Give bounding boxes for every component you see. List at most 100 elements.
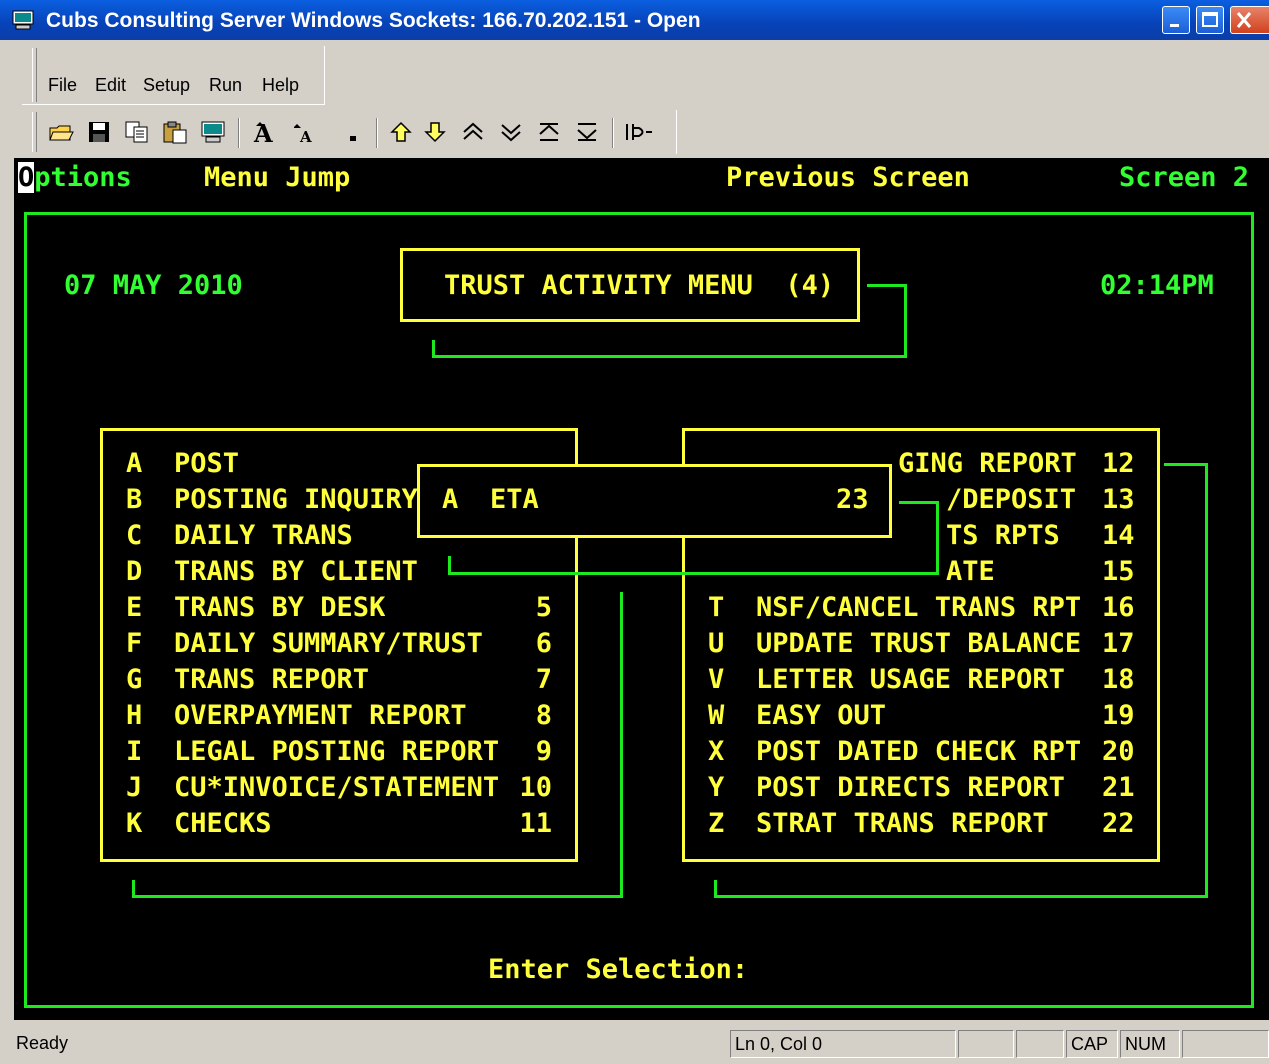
menu-item-label[interactable]: TS RPTS bbox=[946, 521, 1060, 551]
menu-item-key[interactable]: K bbox=[126, 809, 142, 839]
menu-item-number: 6 bbox=[535, 628, 552, 659]
menu-item-key[interactable]: G bbox=[126, 665, 142, 695]
menu-item-number: 15 bbox=[1102, 556, 1135, 587]
svg-text:A: A bbox=[299, 128, 312, 146]
maximize-button[interactable] bbox=[1196, 6, 1224, 34]
connect-icon[interactable] bbox=[624, 120, 652, 144]
menu-item-label[interactable]: LETTER USAGE REPORT bbox=[756, 665, 1065, 695]
menu-item-number: 14 bbox=[1102, 520, 1135, 551]
menu-jump[interactable]: Menu Jump bbox=[204, 163, 350, 193]
menu-item-number: 13 bbox=[1102, 484, 1135, 515]
menu-item-number: 16 bbox=[1102, 592, 1135, 623]
menu-item-label[interactable]: /DEPOSIT bbox=[946, 485, 1076, 515]
menu-item-key[interactable]: X bbox=[708, 737, 724, 767]
menu-item-key[interactable]: H bbox=[126, 701, 142, 731]
window-title: Cubs Consulting Server Windows Sockets: … bbox=[46, 9, 701, 32]
menu-item-label[interactable]: ATE bbox=[946, 557, 995, 587]
previous-screen[interactable]: Previous Screen bbox=[726, 163, 970, 193]
menu-item-key[interactable]: W bbox=[708, 701, 724, 731]
title-bar: Cubs Consulting Server Windows Sockets: … bbox=[0, 0, 1269, 40]
menu-item-label[interactable]: STRAT TRANS REPORT bbox=[756, 809, 1049, 839]
menu-item-label[interactable]: GING REPORT bbox=[898, 449, 1077, 479]
menu-run[interactable]: Run bbox=[209, 75, 242, 96]
popup-label[interactable]: ETA bbox=[490, 485, 539, 515]
up-arrow-icon[interactable] bbox=[388, 120, 414, 144]
popup-box bbox=[417, 464, 892, 538]
menu-setup[interactable]: Setup bbox=[143, 75, 190, 96]
status-blank-2 bbox=[1016, 1030, 1064, 1058]
menu-item-label[interactable]: TRANS REPORT bbox=[174, 665, 369, 695]
menu-title: TRUST ACTIVITY MENU (4) bbox=[444, 270, 835, 301]
menu-item-number: 12 bbox=[1102, 448, 1135, 479]
screen-icon[interactable] bbox=[200, 120, 226, 144]
menu-item-key[interactable]: T bbox=[708, 593, 724, 623]
dot-icon[interactable] bbox=[340, 120, 366, 144]
menu-item-key[interactable]: Z bbox=[708, 809, 724, 839]
top-icon[interactable] bbox=[536, 120, 562, 144]
menu-item-number: 10 bbox=[519, 772, 552, 803]
page-down-icon[interactable] bbox=[498, 120, 524, 144]
status-num: NUM bbox=[1120, 1030, 1180, 1058]
menu-item-label[interactable]: NSF/CANCEL TRANS RPT bbox=[756, 593, 1081, 623]
menu-item-number: 17 bbox=[1102, 628, 1135, 659]
menu-item-number: 19 bbox=[1102, 700, 1135, 731]
menu-item-label[interactable]: POST bbox=[174, 449, 239, 479]
menu-item-number: 11 bbox=[519, 808, 552, 839]
menu-item-label[interactable]: DAILY SUMMARY/TRUST bbox=[174, 629, 483, 659]
screen-indicator: Screen 2 bbox=[1119, 162, 1250, 193]
menu-item-label[interactable]: TRANS BY CLIENT bbox=[174, 557, 418, 587]
menu-item-key[interactable]: C bbox=[126, 521, 142, 551]
menu-item-key[interactable]: J bbox=[126, 773, 142, 803]
menu-item-number: 21 bbox=[1102, 772, 1135, 803]
menu-item-number: 9 bbox=[535, 736, 552, 767]
page-up-icon[interactable] bbox=[460, 120, 486, 144]
menu-item-number: 18 bbox=[1102, 664, 1135, 695]
status-ready: Ready bbox=[16, 1033, 69, 1053]
menu-item-key[interactable]: V bbox=[708, 665, 724, 695]
menu-item-label[interactable]: UPDATE TRUST BALANCE bbox=[756, 629, 1081, 659]
menu-item-key[interactable]: Y bbox=[708, 773, 724, 803]
close-button[interactable] bbox=[1230, 6, 1269, 34]
options-menu[interactable]: Options bbox=[18, 162, 132, 193]
menu-item-number: 7 bbox=[535, 664, 552, 695]
menu-edit[interactable]: Edit bbox=[95, 75, 126, 96]
status-blank-3 bbox=[1182, 1030, 1269, 1058]
minimize-button[interactable] bbox=[1162, 6, 1190, 34]
down-arrow-icon[interactable] bbox=[422, 120, 448, 144]
terminal-screen[interactable]: Options Menu Jump Previous Screen Screen… bbox=[14, 158, 1269, 1020]
enter-selection-prompt: Enter Selection: bbox=[488, 954, 749, 985]
menu-item-key[interactable]: E bbox=[126, 593, 142, 623]
bottom-icon[interactable] bbox=[574, 120, 600, 144]
menu-help[interactable]: Help bbox=[262, 75, 299, 96]
menu-item-number: 8 bbox=[535, 700, 552, 731]
menu-item-label[interactable]: TRANS BY DESK bbox=[174, 593, 385, 623]
menu-item-key[interactable]: I bbox=[126, 737, 142, 767]
menu-item-number: 5 bbox=[535, 592, 552, 623]
menu-item-label[interactable]: POST DIRECTS REPORT bbox=[756, 773, 1065, 803]
menu-item-label[interactable]: EASY OUT bbox=[756, 701, 886, 731]
menu-item-label[interactable]: LEGAL POSTING REPORT bbox=[174, 737, 499, 767]
copy-icon[interactable] bbox=[124, 120, 150, 144]
paste-icon[interactable] bbox=[162, 120, 188, 144]
menu-item-label[interactable]: POSTING INQUIRY bbox=[174, 485, 418, 515]
popup-key[interactable]: A bbox=[442, 485, 458, 515]
save-disk-icon[interactable] bbox=[86, 120, 112, 144]
menu-item-label[interactable]: OVERPAYMENT REPORT bbox=[174, 701, 467, 731]
maximize-icon bbox=[1202, 12, 1218, 27]
menu-item-key[interactable]: D bbox=[126, 557, 142, 587]
open-folder-icon[interactable] bbox=[48, 120, 74, 144]
font-smaller-icon[interactable]: A bbox=[293, 120, 320, 146]
menu-item-label[interactable]: DAILY TRANS bbox=[174, 521, 353, 551]
menu-item-key[interactable]: F bbox=[126, 629, 142, 659]
status-cap: CAP bbox=[1066, 1030, 1118, 1058]
menu-item-label[interactable]: CHECKS bbox=[174, 809, 272, 839]
menu-item-label[interactable]: CU*INVOICE/STATEMENT bbox=[174, 773, 499, 803]
menu-item-label[interactable]: POST DATED CHECK RPT bbox=[756, 737, 1081, 767]
font-larger-icon[interactable]: A bbox=[252, 119, 278, 148]
menu-item-key[interactable]: U bbox=[708, 629, 724, 659]
menu-item-key[interactable]: A bbox=[126, 449, 142, 479]
date: 07 MAY 2010 bbox=[64, 270, 243, 301]
menu-item-key[interactable]: B bbox=[126, 485, 142, 515]
status-blank-1 bbox=[958, 1030, 1014, 1058]
menu-file[interactable]: File bbox=[48, 75, 77, 96]
